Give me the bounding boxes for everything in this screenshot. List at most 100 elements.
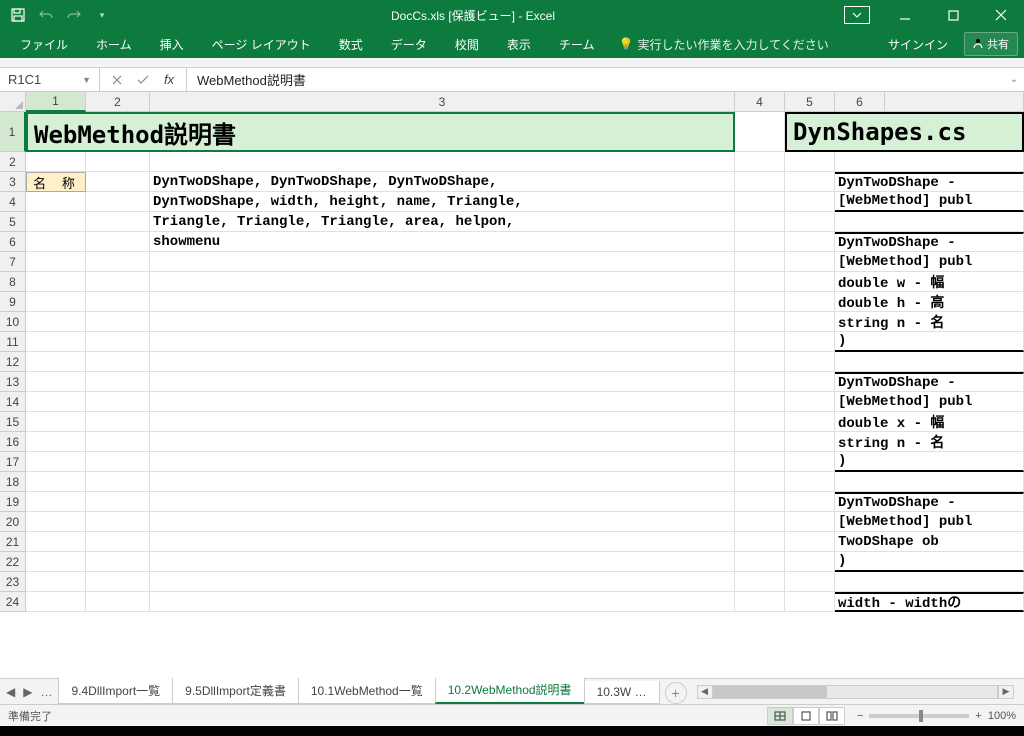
tab-team[interactable]: チーム [545,30,609,59]
signin-link[interactable]: サインイン [878,32,958,57]
cell[interactable] [86,512,150,532]
cell[interactable] [735,192,785,212]
cell[interactable] [86,292,150,312]
cell[interactable] [26,392,86,412]
cell[interactable] [86,452,150,472]
right-code-cell[interactable]: [WebMethod] publ [835,512,1024,532]
cell[interactable] [86,412,150,432]
right-code-cell[interactable]: DynTwoDShape - [835,372,1024,392]
content-cell[interactable] [150,372,735,392]
right-code-cell[interactable]: ) [835,332,1024,352]
cell[interactable] [735,212,785,232]
zoom-slider[interactable] [869,714,969,718]
cell[interactable] [26,592,86,612]
content-cell[interactable] [150,352,735,372]
zoom-in-button[interactable]: + [975,710,981,722]
cell[interactable] [735,252,785,272]
cell[interactable] [26,552,86,572]
content-cell[interactable] [150,552,735,572]
content-cell[interactable] [150,492,735,512]
label-cell[interactable]: 名 称 [26,172,86,192]
content-cell[interactable] [150,392,735,412]
cell[interactable] [86,352,150,372]
cell[interactable] [86,332,150,352]
cell[interactable] [86,472,150,492]
scroll-thumb[interactable] [714,686,827,698]
cell[interactable] [735,292,785,312]
formula-input[interactable]: WebMethod説明書 [187,68,1004,91]
cell[interactable] [26,252,86,272]
cell[interactable] [86,172,150,192]
content-cell[interactable] [150,512,735,532]
cell[interactable] [26,412,86,432]
cell[interactable] [735,592,785,612]
share-button[interactable]: 共有 [964,32,1018,56]
right-code-cell[interactable]: width - widthの [835,592,1024,612]
scroll-left-icon[interactable]: ◀ [697,685,713,699]
scroll-track[interactable] [713,685,998,699]
right-code-cell[interactable]: string n - 名 [835,432,1024,452]
cell[interactable] [26,312,86,332]
col-header-4[interactable]: 4 [735,92,785,112]
content-cell[interactable] [150,412,735,432]
right-code-cell[interactable]: string n - 名 [835,312,1024,332]
horizontal-scrollbar[interactable]: ◀ ▶ [697,684,1014,700]
cell[interactable] [785,192,835,212]
title-cell-right[interactable]: DynShapes.cs [785,112,1024,152]
row-header[interactable]: 1 [0,112,26,152]
right-code-cell[interactable]: DynTwoDShape - [835,492,1024,512]
view-pagelayout-button[interactable] [793,707,819,725]
row-header[interactable]: 10 [0,312,26,332]
right-code-cell[interactable]: ) [835,552,1024,572]
sheet-tab[interactable]: 9.4DllImport一覧 [58,678,173,704]
cell[interactable] [735,552,785,572]
ribbon-display-button[interactable] [834,0,880,30]
col-header-6[interactable]: 6 [835,92,885,112]
add-sheet-button[interactable]: + [665,682,687,704]
tab-nav-next[interactable]: ▶ [23,685,32,699]
cell[interactable] [785,212,835,232]
cell[interactable] [26,332,86,352]
tab-pagelayout[interactable]: ページ レイアウト [198,30,325,59]
row-header[interactable]: 15 [0,412,26,432]
right-code-cell[interactable]: [WebMethod] publ [835,252,1024,272]
tab-nav-more[interactable]: … [40,685,52,699]
col-header-1[interactable]: 1 [26,92,86,112]
sheet-tab[interactable]: 10.3W … [584,681,660,704]
right-code-cell[interactable] [835,152,1024,172]
cell[interactable] [26,152,86,172]
cell[interactable] [735,472,785,492]
cell[interactable] [26,452,86,472]
cell[interactable] [735,232,785,252]
cell[interactable] [735,412,785,432]
sheet-tab-active[interactable]: 10.2WebMethod説明書 [435,677,585,704]
row-header[interactable]: 23 [0,572,26,592]
row-header[interactable]: 3 [0,172,26,192]
cell[interactable] [785,412,835,432]
row-header[interactable]: 17 [0,452,26,472]
cell[interactable] [785,432,835,452]
tab-home[interactable]: ホーム [82,30,146,59]
cell[interactable] [26,352,86,372]
sheet-tab[interactable]: 9.5DllImport定義書 [172,678,299,704]
tab-nav-prev[interactable]: ◀ [6,685,15,699]
row-header[interactable]: 5 [0,212,26,232]
tab-formulas[interactable]: 数式 [325,30,377,59]
right-code-cell[interactable]: double h - 高 [835,292,1024,312]
cell[interactable] [735,352,785,372]
cell[interactable] [26,532,86,552]
view-normal-button[interactable] [767,707,793,725]
redo-icon[interactable] [64,5,84,25]
col-header-5[interactable]: 5 [785,92,835,112]
tab-file[interactable]: ファイル [6,30,82,59]
right-code-cell[interactable]: double w - 幅 [835,272,1024,292]
cell[interactable] [26,492,86,512]
cell[interactable] [86,312,150,332]
content-cell[interactable] [150,592,735,612]
cell[interactable] [26,432,86,452]
row-header[interactable]: 7 [0,252,26,272]
cell[interactable] [785,332,835,352]
right-code-cell[interactable] [835,212,1024,232]
cell[interactable] [86,152,150,172]
right-code-cell[interactable]: ) [835,452,1024,472]
